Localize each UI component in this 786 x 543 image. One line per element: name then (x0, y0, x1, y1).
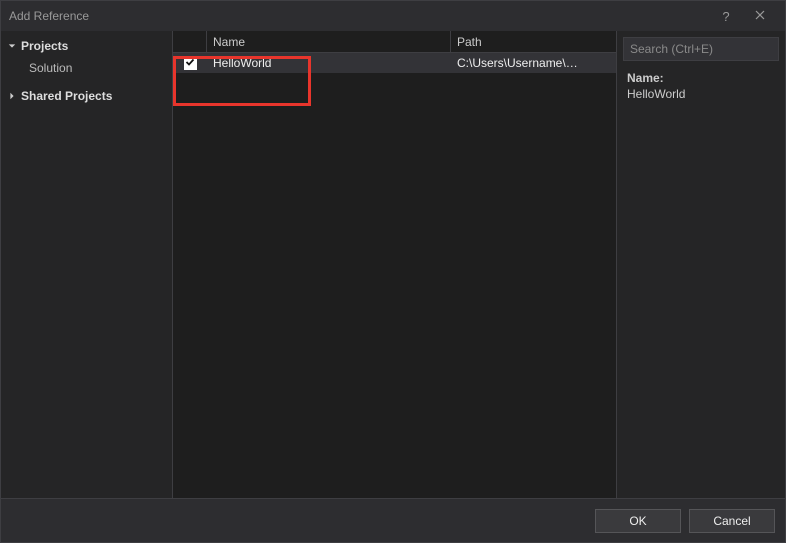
projects-list: Name Path (173, 31, 616, 498)
sidebar-item-label: Projects (21, 39, 68, 53)
sidebar-item-projects[interactable]: Projects (1, 35, 172, 57)
chevron-right-icon (7, 91, 17, 101)
titlebar-controls: ? (709, 3, 777, 29)
right-panel: Name: HelloWorld (616, 31, 785, 498)
row-checkbox-cell (173, 57, 207, 70)
search-box (623, 37, 779, 61)
titlebar: Add Reference ? (1, 1, 785, 31)
close-icon (755, 9, 765, 23)
checkmark-icon (185, 56, 195, 70)
help-button[interactable]: ? (709, 3, 743, 29)
row-name: HelloWorld (207, 56, 451, 70)
column-headers: Name Path (173, 31, 616, 53)
cancel-button-label: Cancel (713, 514, 750, 528)
help-icon: ? (722, 9, 729, 24)
sidebar-item-label: Shared Projects (21, 89, 112, 103)
sidebar-item-solution[interactable]: Solution (1, 57, 172, 79)
cancel-button[interactable]: Cancel (689, 509, 775, 533)
main-area: Name Path (173, 31, 785, 498)
column-header-name-label: Name (213, 35, 245, 49)
column-header-name[interactable]: Name (207, 31, 451, 52)
sidebar-item-shared-projects[interactable]: Shared Projects (1, 85, 172, 107)
content-area: Projects Solution Shared Projects N (1, 31, 785, 498)
table-row[interactable]: HelloWorld C:\Users\Username\… (173, 53, 616, 73)
detail-name-label: Name: (627, 71, 775, 85)
sidebar: Projects Solution Shared Projects (1, 31, 173, 498)
close-button[interactable] (743, 3, 777, 29)
detail-panel: Name: HelloWorld (617, 65, 785, 101)
column-header-path[interactable]: Path (451, 31, 616, 52)
dialog-footer: OK Cancel (1, 498, 785, 542)
sidebar-item-label: Solution (29, 61, 72, 75)
search-input[interactable] (624, 42, 786, 56)
column-header-check[interactable] (173, 31, 207, 52)
ok-button[interactable]: OK (595, 509, 681, 533)
dialog-window: Add Reference ? Projects Solution (0, 0, 786, 543)
column-header-path-label: Path (457, 35, 482, 49)
main-top: Name Path (173, 31, 785, 498)
row-path: C:\Users\Username\… (451, 56, 616, 70)
row-checkbox[interactable] (184, 57, 197, 70)
detail-name-value: HelloWorld (627, 87, 775, 101)
ok-button-label: OK (629, 514, 646, 528)
chevron-down-icon (7, 41, 17, 51)
window-title: Add Reference (9, 9, 709, 23)
